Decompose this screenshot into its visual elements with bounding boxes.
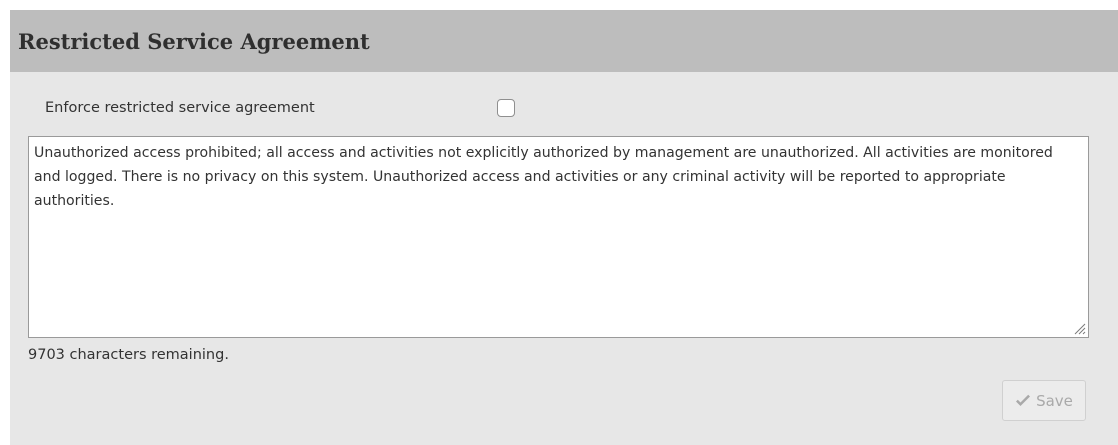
save-button-label: Save [1036, 391, 1073, 410]
resize-grip-icon[interactable] [1072, 321, 1086, 335]
checkmark-icon [1016, 394, 1031, 406]
enforce-option-label: Enforce restricted service agreement [45, 100, 315, 116]
enforce-option-row: Enforce restricted service agreement [45, 96, 515, 120]
enforce-agreement-checkbox[interactable] [497, 99, 515, 117]
save-button[interactable]: Save [1002, 380, 1086, 421]
agreement-textarea[interactable]: Unauthorized access prohibited; all acce… [28, 136, 1089, 338]
panel-header: Restricted Service Agreement [10, 10, 1118, 72]
characters-remaining: 9703 characters remaining. [28, 347, 229, 363]
panel-title: Restricted Service Agreement [18, 28, 370, 54]
agreement-text: Unauthorized access prohibited; all acce… [34, 145, 1053, 209]
